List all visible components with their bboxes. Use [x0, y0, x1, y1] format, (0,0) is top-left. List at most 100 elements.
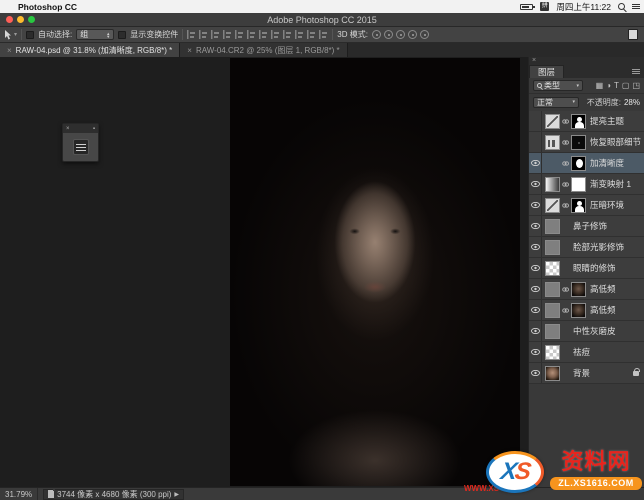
- layer-row[interactable]: 压暗环境: [529, 195, 644, 216]
- layer-row[interactable]: 渐变映射 1: [529, 174, 644, 195]
- panel-menu-icon[interactable]: [632, 69, 640, 78]
- distribute-bottom[interactable]: [319, 30, 328, 39]
- input-method-icon[interactable]: 拼: [540, 2, 549, 11]
- smart-object-filter[interactable]: ◳: [632, 81, 640, 91]
- layer-visibility-toggle[interactable]: [529, 321, 542, 341]
- layer-name[interactable]: 提亮主题: [590, 115, 644, 127]
- distribute-hcenter[interactable]: [271, 30, 280, 39]
- show-transform-checkbox[interactable]: [118, 31, 126, 39]
- layer-name[interactable]: 高低频: [590, 283, 644, 295]
- layer-row[interactable]: 恢复眼部细节: [529, 132, 644, 153]
- scale-3d-mode[interactable]: [420, 30, 429, 39]
- zoom-level-field[interactable]: 31.79%: [0, 488, 38, 500]
- notification-center-icon[interactable]: [632, 4, 640, 9]
- layer-row[interactable]: 中性灰磨皮: [529, 321, 644, 342]
- layer-row[interactable]: 祛痘: [529, 342, 644, 363]
- layer-visibility-toggle[interactable]: [529, 216, 542, 236]
- document-tab[interactable]: × RAW-04.psd @ 31.8% (加清晰度, RGB/8*) *: [0, 43, 180, 57]
- layer-visibility-toggle[interactable]: [529, 174, 542, 194]
- document-info[interactable]: 3744 像素 x 4680 像素 (300 ppi) ▶: [43, 489, 184, 500]
- canvas-area[interactable]: × ▪: [0, 57, 528, 487]
- layer-thumbnail[interactable]: [545, 324, 560, 339]
- layer-mask-thumbnail[interactable]: [571, 114, 586, 129]
- layer-row[interactable]: 高低频: [529, 279, 644, 300]
- distribute-right[interactable]: [283, 30, 292, 39]
- layer-mask-thumbnail[interactable]: [571, 198, 586, 213]
- type-layer-filter[interactable]: T: [614, 81, 619, 91]
- workspace-switcher-button[interactable]: [628, 29, 638, 40]
- layer-row[interactable]: 背景: [529, 363, 644, 384]
- mini-panel-collapse-icon[interactable]: ▪: [93, 126, 95, 132]
- tool-preset-caret-icon[interactable]: ▾: [14, 31, 17, 38]
- layer-mask-thumbnail[interactable]: [571, 156, 586, 171]
- layer-thumbnail[interactable]: [545, 114, 560, 129]
- layer-thumbnail[interactable]: [545, 177, 560, 192]
- tab-layers[interactable]: 图层: [529, 65, 564, 78]
- align-right[interactable]: [211, 30, 220, 39]
- slide-3d-mode[interactable]: [408, 30, 417, 39]
- layer-visibility-toggle[interactable]: [529, 237, 542, 257]
- layer-visibility-toggle[interactable]: [529, 153, 542, 173]
- shape-layer-filter[interactable]: ▢: [622, 81, 630, 91]
- layer-visibility-toggle[interactable]: [529, 342, 542, 362]
- tab-close-icon[interactable]: ×: [7, 46, 12, 55]
- layer-mask-thumbnail[interactable]: [571, 135, 586, 150]
- panel-close-icon[interactable]: ×: [532, 57, 536, 64]
- adjustment-layer-filter[interactable]: ◑: [606, 81, 611, 91]
- drag-3d-mode[interactable]: [396, 30, 405, 39]
- layer-name[interactable]: 中性灰磨皮: [573, 325, 644, 337]
- layer-thumbnail[interactable]: [545, 135, 560, 150]
- layer-row[interactable]: 高低频: [529, 300, 644, 321]
- layer-name[interactable]: 高低频: [590, 304, 644, 316]
- layer-mask-thumbnail[interactable]: [571, 303, 586, 318]
- layer-name[interactable]: 背景: [573, 367, 633, 379]
- opacity-value[interactable]: 28%: [624, 98, 640, 107]
- align-bottom[interactable]: [247, 30, 256, 39]
- align-hcenter[interactable]: [199, 30, 208, 39]
- align-top[interactable]: [223, 30, 232, 39]
- layer-thumbnail[interactable]: [545, 240, 560, 255]
- spotlight-search-icon[interactable]: [618, 3, 625, 10]
- distribute-top[interactable]: [295, 30, 304, 39]
- floating-mini-panel[interactable]: × ▪: [62, 123, 99, 162]
- layer-visibility-toggle[interactable]: [529, 111, 542, 131]
- app-menu-title[interactable]: Photoshop CC: [18, 2, 77, 12]
- document-image-portrait[interactable]: [230, 58, 520, 486]
- blend-mode-dropdown[interactable]: 正常 ▾: [533, 97, 579, 108]
- layer-name[interactable]: 渐变映射 1: [590, 178, 644, 190]
- layer-mask-thumbnail[interactable]: [571, 177, 586, 192]
- layer-thumbnail[interactable]: [545, 303, 560, 318]
- filter-type-dropdown[interactable]: 类型 ▾: [533, 80, 583, 91]
- layer-thumbnail[interactable]: [545, 282, 560, 297]
- pixel-layer-filter[interactable]: ▦: [596, 81, 604, 91]
- layer-mask-thumbnail[interactable]: [571, 282, 586, 297]
- layer-name[interactable]: 祛痘: [573, 346, 644, 358]
- move-tool-icon[interactable]: ▾: [4, 30, 17, 40]
- layer-name[interactable]: 恢复眼部细节: [590, 136, 644, 148]
- status-popup-arrow-icon[interactable]: ▶: [174, 491, 179, 498]
- layer-visibility-toggle[interactable]: [529, 132, 542, 152]
- layer-thumbnail[interactable]: [545, 345, 560, 360]
- layer-thumbnail[interactable]: [545, 366, 560, 381]
- layer-row[interactable]: 提亮主题: [529, 111, 644, 132]
- layer-visibility-toggle[interactable]: [529, 363, 542, 383]
- layer-thumbnail[interactable]: [545, 219, 560, 234]
- layer-name[interactable]: 鼻子修饰: [573, 220, 644, 232]
- layer-name[interactable]: 压暗环境: [590, 199, 644, 211]
- roll-3d-mode[interactable]: [384, 30, 393, 39]
- document-tab[interactable]: × RAW-04.CR2 @ 25% (图层 1, RGB/8*) *: [180, 43, 347, 57]
- tab-close-icon[interactable]: ×: [187, 46, 192, 55]
- distribute-left[interactable]: [259, 30, 268, 39]
- layer-row[interactable]: 脸部光影修饰: [529, 237, 644, 258]
- layer-row[interactable]: 鼻子修饰: [529, 216, 644, 237]
- layer-row[interactable]: 眼睛的修饰: [529, 258, 644, 279]
- rotate-3d-mode[interactable]: [372, 30, 381, 39]
- layer-thumbnail[interactable]: [545, 198, 560, 213]
- mini-panel-close-icon[interactable]: ×: [66, 126, 70, 132]
- adjustments-icon[interactable]: [73, 139, 89, 155]
- distribute-vcenter[interactable]: [307, 30, 316, 39]
- auto-select-dropdown[interactable]: 组 ▲▼: [76, 29, 114, 40]
- layer-visibility-toggle[interactable]: [529, 258, 542, 278]
- layer-name[interactable]: 加清晰度: [590, 157, 644, 169]
- auto-select-checkbox[interactable]: [26, 31, 34, 39]
